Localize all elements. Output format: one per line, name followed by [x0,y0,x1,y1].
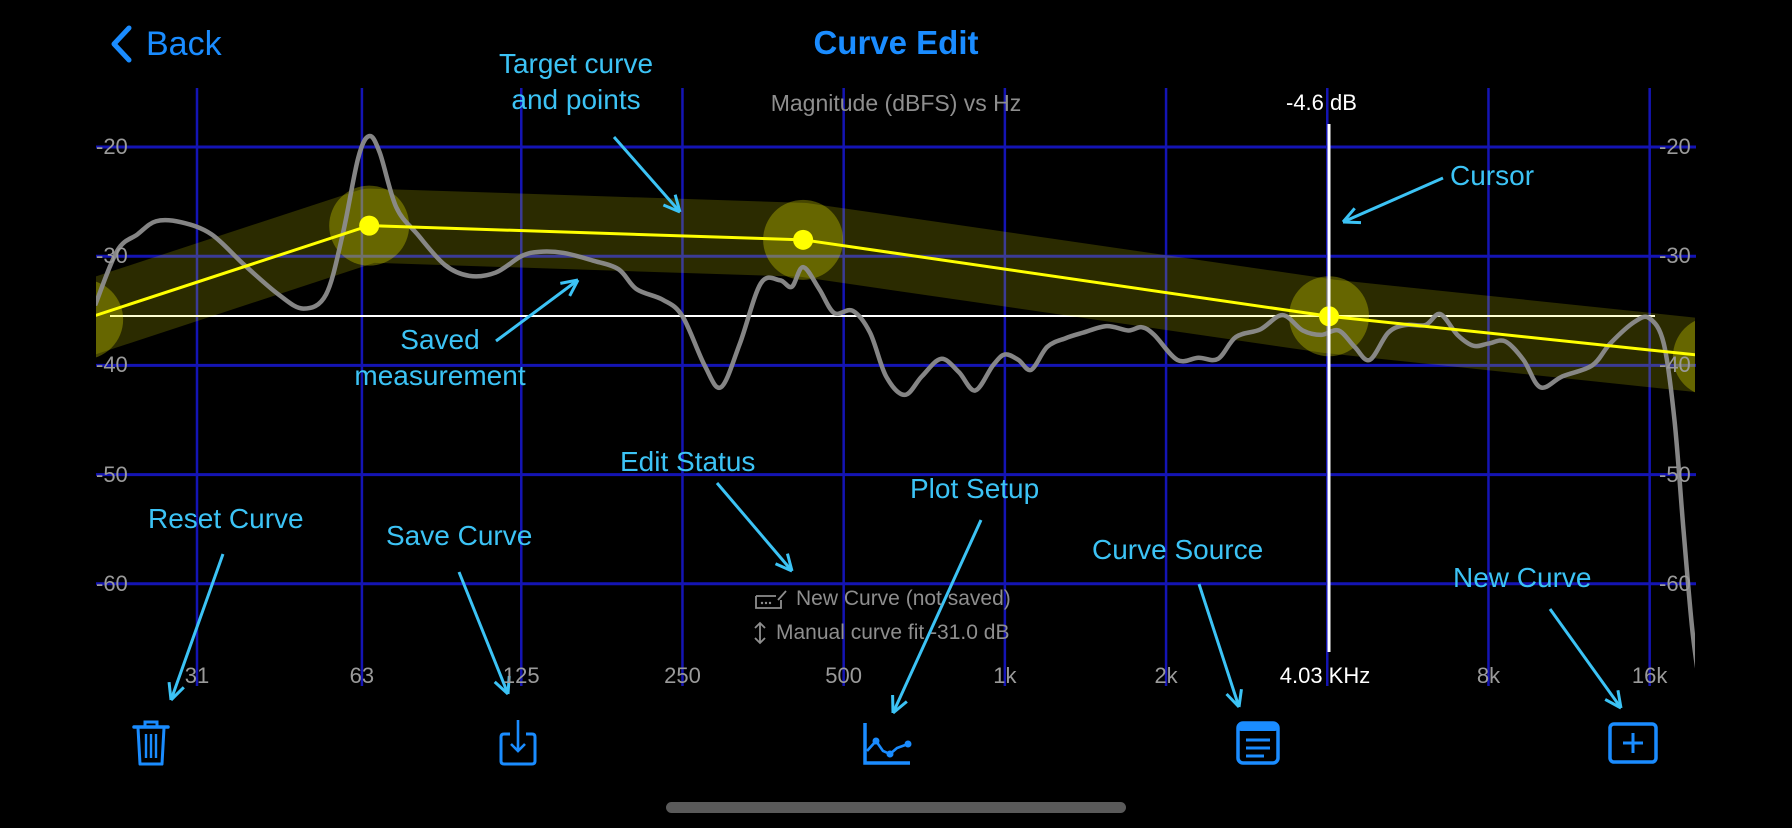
annotation-plot-setup: Plot Setup [910,473,1040,504]
arrow-save-curve [457,571,511,696]
x-tick-label: 16k [1631,663,1668,688]
chart-icon [863,723,912,765]
plot-setup-button[interactable] [862,718,912,768]
save-download-icon [499,720,537,766]
x-tick-label: 2k [1154,663,1178,688]
arrow-shaft [715,482,794,572]
annotation-target-curve: Target curve and points [498,48,654,115]
y-tick-label-right: -50 [1659,461,1691,487]
arrow-shaft [1197,583,1241,708]
target-point[interactable] [73,310,93,330]
y-tick-label-right: -40 [1659,352,1691,378]
arrow-head [167,681,173,701]
response-plot[interactable] [0,0,1792,828]
save-curve-button[interactable] [493,718,543,768]
up-down-arrow-icon [754,621,766,645]
y-tick-label-left: -60 [96,570,128,596]
target-point[interactable] [359,215,380,236]
arrow-edit-status [715,482,794,573]
trash-icon [132,720,170,766]
y-tick-label-left: -20 [96,134,128,159]
page-title: Curve Edit [813,24,979,61]
target-point[interactable] [1703,347,1723,367]
y-tick-label-left: -30 [96,243,128,269]
y-tick-label-left: -40 [96,352,128,378]
arrow-shaft [891,519,983,714]
y-tick-label-left: -50 [96,461,128,487]
y-tick-label-right: -60 [1659,570,1691,596]
edit-status-name: New Curve (not saved) [754,587,1011,611]
x-tick-label: 250 [664,663,701,688]
x-tick-label: 8k [1476,663,1501,688]
edit-pencil-keyboard-icon [755,590,787,609]
arrow-head [1237,688,1243,708]
document-list-icon [1236,721,1280,765]
arrow-curve-source [1197,583,1243,709]
target-point-halo [96,281,124,358]
arrow-plot-setup [891,519,983,715]
edit-status-fit: Manual curve fit -31.0 dB [752,621,1009,645]
arrow-shaft [1342,176,1444,224]
annotation-reset-curve: Reset Curve [148,503,304,534]
curve-status-text: New Curve (not saved) [796,587,1011,610]
x-tick-label: 63 [349,663,375,688]
x-tick-label: 500 [825,663,863,688]
annotation-save-curve: Save Curve [386,520,533,551]
arrow-shaft [1548,608,1623,709]
annotation-saved-measurement: Saved measurement [354,324,526,391]
x-tick-label: 1k [993,663,1017,688]
new-curve-button[interactable] [1608,718,1658,768]
y-tick-label-right: -20 [1659,134,1691,159]
home-indicator[interactable] [666,802,1126,813]
x-tick-label: 31 [184,663,210,688]
x-tick-label: 125 [502,663,540,688]
arrow-shaft [457,571,510,695]
annotation-cursor: Cursor [1450,160,1535,191]
reset-curve-button[interactable] [126,718,176,768]
annotation-curve-source: Curve Source [1092,534,1264,565]
arrow-new-curve [1548,608,1623,710]
plot-title: Magnitude (dBFS) vs Hz [770,90,1022,116]
cursor-db-readout: -4.6 dB [1286,90,1357,115]
curve-fit-text: Manual curve fit -31.0 dB [776,621,1010,644]
annotation-new-curve: New Curve [1453,562,1592,593]
cursor-frequency-readout: 4.03 KHz [1279,663,1371,688]
y-tick-label-right: -30 [1659,243,1691,269]
target-point[interactable] [793,229,814,250]
annotation-edit-status: Edit Status [620,446,756,477]
curve-source-button[interactable] [1233,718,1283,768]
arrow-cursor [1341,176,1444,225]
arrow-head [1342,220,1362,225]
plus-square-icon [1608,722,1658,764]
